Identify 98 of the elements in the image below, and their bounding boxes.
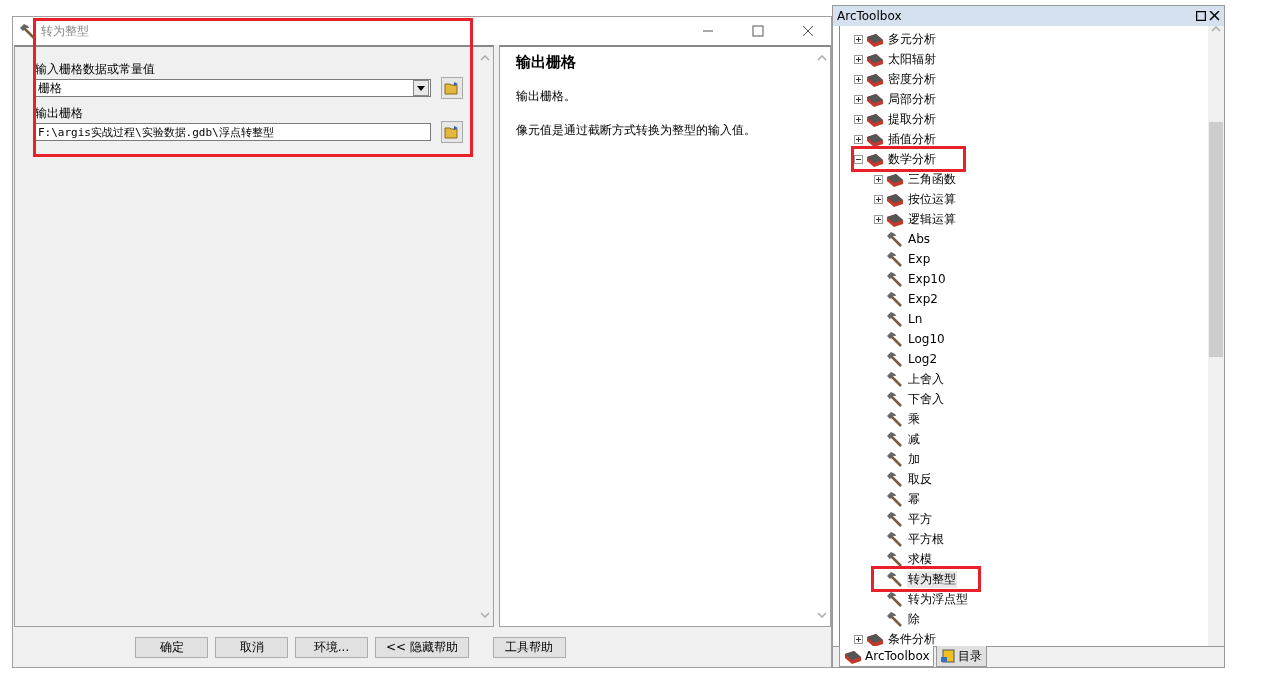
hammer-icon	[886, 451, 904, 467]
hammer-icon	[886, 251, 904, 267]
scrollbar[interactable]	[1208, 26, 1224, 646]
window-title: 转为整型	[41, 22, 90, 40]
hammer-icon	[886, 551, 904, 567]
tree-item[interactable]: 下舍入	[907, 390, 945, 408]
hammer-icon	[886, 431, 904, 447]
hammer-icon	[886, 291, 904, 307]
hammer-icon	[886, 351, 904, 367]
hammer-icon	[886, 471, 904, 487]
tree-item[interactable]: Ln	[907, 312, 924, 326]
tree-item[interactable]: 按位运算	[907, 190, 957, 208]
folder-icon	[444, 125, 460, 139]
dialog-button[interactable]: << 隐藏帮助	[375, 637, 469, 658]
tree-item[interactable]: Exp10	[907, 272, 947, 286]
tree-item[interactable]: 上舍入	[907, 370, 945, 388]
toolbox-icon	[866, 151, 884, 167]
tree-item[interactable]: 幂	[907, 490, 921, 508]
hammer-icon	[886, 411, 904, 427]
tree-item[interactable]: 提取分析	[887, 110, 937, 128]
tree-item[interactable]: 取反	[907, 470, 933, 488]
help-text: 输出栅格。	[516, 88, 577, 105]
toolbox-icon	[866, 111, 884, 127]
tree-item[interactable]: 加	[907, 450, 921, 468]
tree-item[interactable]: 插值分析	[887, 130, 937, 148]
expand-icon[interactable]	[854, 74, 863, 84]
hammer-icon	[886, 571, 904, 587]
toolbox-icon	[866, 31, 884, 47]
hammer-icon	[886, 311, 904, 327]
panel-title: ArcToolbox	[837, 9, 903, 23]
dialog-button[interactable]: 环境...	[295, 637, 368, 658]
hammer-icon	[886, 591, 904, 607]
toolbox-icon	[866, 131, 884, 147]
tree-item[interactable]: Exp2	[907, 292, 939, 306]
tree-item[interactable]: 求模	[907, 550, 933, 568]
dialog-button[interactable]: 取消	[215, 637, 288, 658]
toolbox-icon	[866, 51, 884, 67]
tree-item[interactable]: 密度分析	[887, 70, 937, 88]
tree-item[interactable]: 转为浮点型	[907, 590, 969, 608]
hammer-icon	[886, 271, 904, 287]
catalog-icon	[941, 649, 956, 663]
hammer-icon	[886, 231, 904, 247]
tree-item[interactable]: 除	[907, 610, 921, 628]
help-text: 像元值是通过截断方式转换为整型的输入值。	[516, 122, 757, 139]
dialog-button[interactable]: 确定	[135, 637, 208, 658]
toolbox-icon	[886, 211, 904, 227]
browse-button[interactable]	[441, 77, 463, 99]
folder-icon	[444, 81, 460, 95]
tree-item[interactable]: 平方	[907, 510, 933, 528]
hammer-icon	[886, 531, 904, 547]
toolbox-icon	[844, 648, 862, 664]
field-label: 输出栅格	[35, 105, 84, 121]
hammer-icon	[886, 371, 904, 387]
hammer-icon	[886, 491, 904, 507]
tree-item[interactable]: 多元分析	[887, 30, 937, 48]
toolbox-icon	[866, 91, 884, 107]
collapse-icon[interactable]	[854, 154, 863, 164]
tree-item[interactable]: 逻辑运算	[907, 210, 957, 228]
tree-item[interactable]: 平方根	[907, 530, 945, 548]
tree-item[interactable]: Exp	[907, 252, 932, 266]
expand-icon[interactable]	[874, 214, 883, 224]
dropdown-arrow-icon	[417, 85, 425, 91]
panel-tab[interactable]: 目录	[936, 646, 988, 667]
maximize-icon[interactable]	[1196, 11, 1206, 21]
expand-icon[interactable]	[854, 634, 863, 644]
tree-item[interactable]: 转为整型	[907, 570, 957, 588]
tree-item[interactable]: Log2	[907, 352, 939, 366]
hammer-icon	[886, 331, 904, 347]
expand-icon[interactable]	[874, 194, 883, 204]
tree-item[interactable]: 数学分析	[887, 150, 937, 168]
tree-item[interactable]: 乘	[907, 410, 921, 428]
expand-icon[interactable]	[854, 34, 863, 44]
tree-item[interactable]: Log10	[907, 332, 946, 346]
expand-icon[interactable]	[854, 114, 863, 124]
panel-tab[interactable]: ArcToolbox	[839, 646, 935, 667]
tree-item[interactable]: 局部分析	[887, 90, 937, 108]
toolbox-icon	[886, 171, 904, 187]
toolbox-icon	[866, 71, 884, 87]
close-icon[interactable]	[1206, 11, 1220, 21]
expand-icon[interactable]	[854, 94, 863, 104]
expand-icon[interactable]	[854, 134, 863, 144]
expand-icon[interactable]	[874, 174, 883, 184]
help-heading: 输出栅格	[516, 53, 577, 72]
browse-button[interactable]	[441, 121, 463, 143]
tree-item[interactable]: Abs	[907, 232, 932, 246]
tree-item[interactable]: 减	[907, 430, 921, 448]
input-field[interactable]: F:\argis实战过程\实验数据.gdb\浮点转整型	[35, 123, 431, 141]
dropdown-field[interactable]: 栅格	[35, 79, 431, 97]
tree-item[interactable]: 太阳辐射	[887, 50, 937, 68]
field-label: 输入栅格数据或常量值	[35, 61, 156, 77]
toolbox-icon	[886, 191, 904, 207]
hammer-icon	[886, 391, 904, 407]
hammer-icon	[886, 511, 904, 527]
tree-item[interactable]: 三角函数	[907, 170, 957, 188]
tree-item[interactable]: 条件分析	[887, 630, 937, 646]
hammer-icon	[886, 611, 904, 627]
expand-icon[interactable]	[854, 54, 863, 64]
dialog-button[interactable]: 工具帮助	[492, 637, 566, 658]
